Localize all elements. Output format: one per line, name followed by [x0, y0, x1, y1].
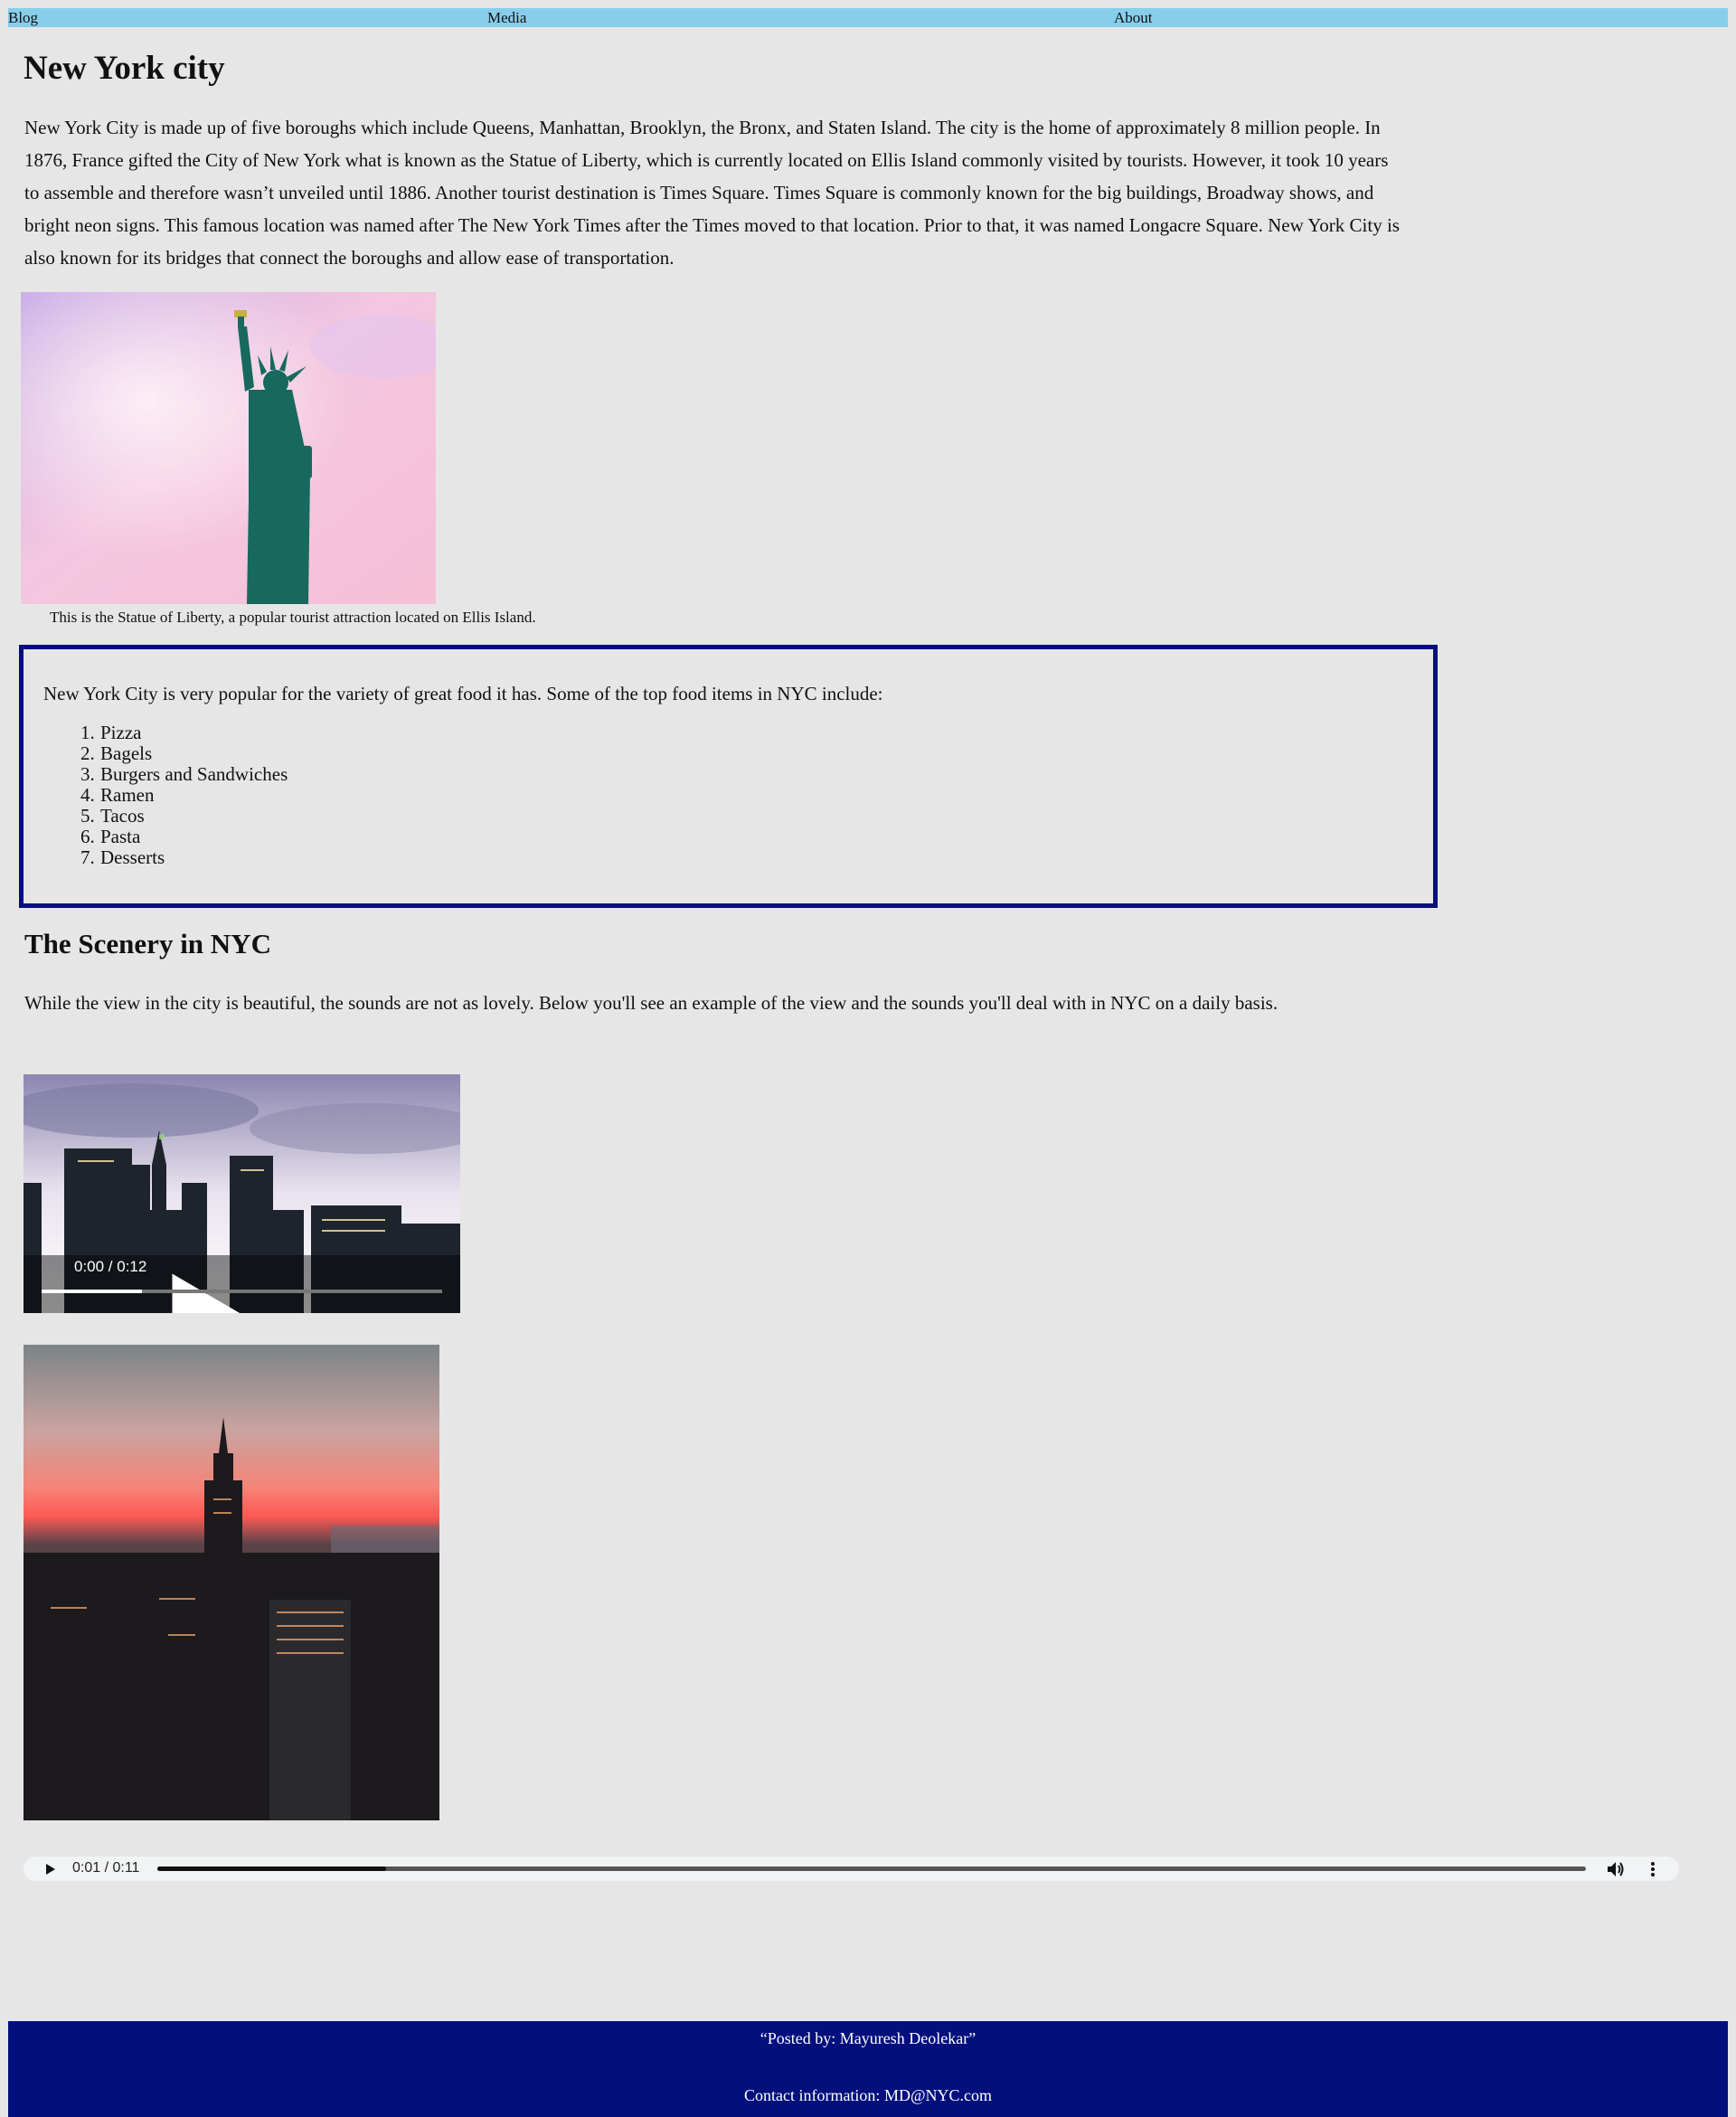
skyline-video[interactable]: 0:00 / 0:12	[24, 1074, 460, 1313]
video-progress-fill	[42, 1290, 142, 1293]
list-item: 1. Pizza	[80, 722, 142, 743]
list-item: 6. Pasta	[80, 826, 141, 847]
intro-paragraph: New York City is made up of five borough…	[24, 117, 1400, 269]
volume-icon[interactable]	[1607, 1861, 1625, 1877]
top-nav: Blog Media About	[8, 8, 1728, 27]
statue-caption: This is the Statue of Liberty, a popular…	[50, 609, 536, 626]
audio-time: 0:01 / 0:11	[72, 1860, 140, 1876]
footer: “Posted by: Mayuresh Deolekar” Contact i…	[8, 2021, 1728, 2117]
posted-by: “Posted by: Mayuresh Deolekar”	[760, 2029, 976, 2047]
list-item: 4. Ramen	[80, 784, 155, 806]
list-item: 5. Tacos	[80, 805, 145, 827]
nav-link-blog[interactable]: Blog	[8, 8, 38, 27]
nav-link-media[interactable]: Media	[487, 8, 526, 27]
more-options-icon[interactable]	[431, 1258, 460, 1313]
list-item: 3. Burgers and Sandwiches	[80, 763, 288, 785]
video-controls: 0:00 / 0:12	[24, 1074, 460, 1313]
empire-state-skyline-image	[24, 1345, 439, 1820]
food-intro: New York City is very popular for the va…	[43, 683, 883, 704]
play-icon[interactable]	[45, 1863, 56, 1876]
scenery-heading: The Scenery in NYC	[24, 928, 271, 959]
more-options-icon[interactable]	[1650, 1861, 1656, 1877]
audio-progress-fill	[157, 1867, 386, 1871]
video-time: 0:00 / 0:12	[74, 1258, 147, 1275]
nav-link-about[interactable]: About	[1114, 8, 1153, 27]
contact-info: Contact information: MD@NYC.com	[743, 2086, 993, 2104]
food-section: New York City is very popular for the va…	[19, 645, 1438, 908]
audio-progress-bar[interactable]	[157, 1867, 1586, 1871]
video-progress-bar[interactable]	[42, 1290, 442, 1293]
list-item: 2. Bagels	[80, 742, 153, 764]
statue-of-liberty-image	[21, 292, 436, 604]
scenery-text: While the view in the city is beautiful,…	[24, 992, 1278, 1014]
audio-player[interactable]: 0:01 / 0:11	[24, 1857, 1679, 1881]
food-list: 1. Pizza 2. Bagels 3. Burgers and Sandwiche…	[80, 723, 288, 868]
page-title: New York city	[24, 50, 225, 87]
list-item: 7. Desserts	[80, 846, 165, 868]
